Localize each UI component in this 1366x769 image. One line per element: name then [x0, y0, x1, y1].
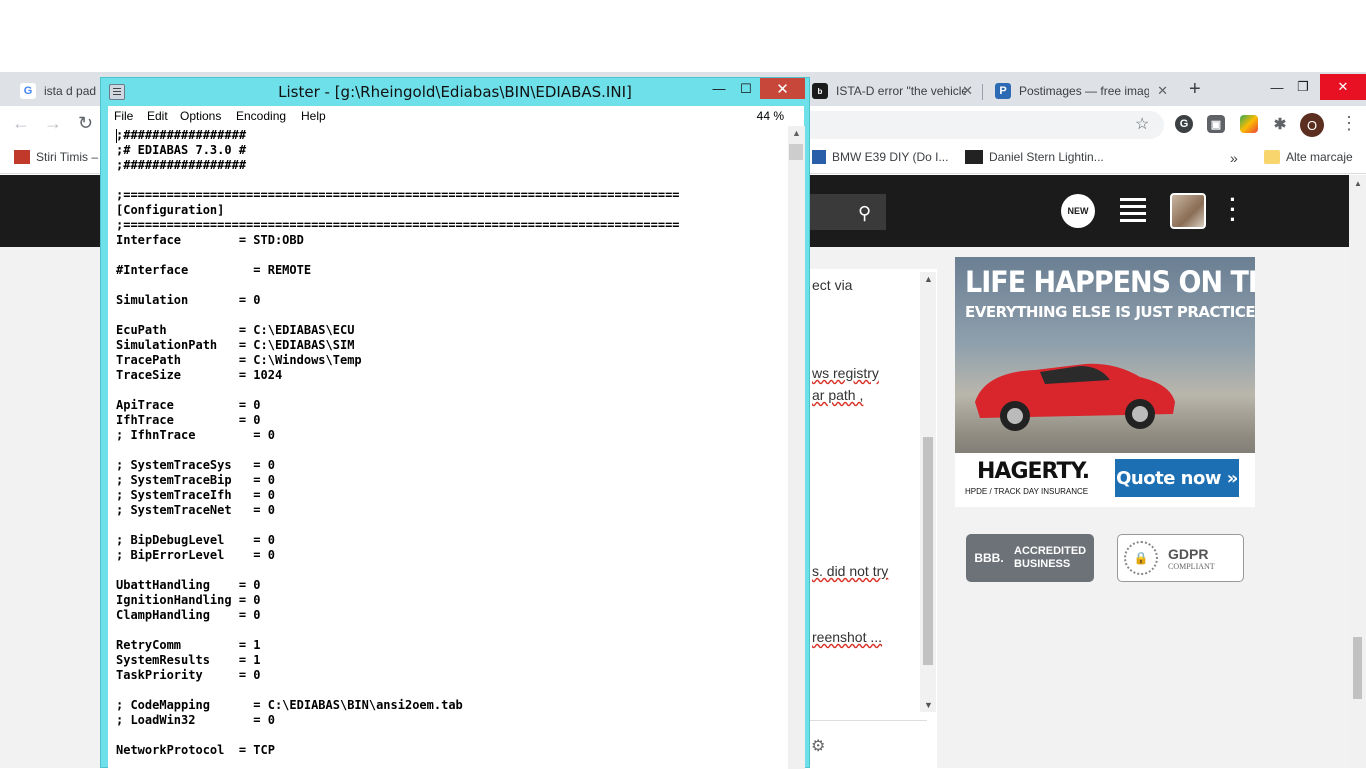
close-tab-icon[interactable]: ✕ [1157, 83, 1168, 99]
bbb-logo: BBB. [974, 551, 1004, 565]
post-text: ect via [812, 277, 853, 293]
extension-icon[interactable] [1240, 115, 1258, 133]
lister-title-bar[interactable]: Lister - [g:\Rheingold\Ediabas\BIN\EDIAB… [101, 78, 809, 105]
menu-help[interactable]: Help [301, 109, 326, 123]
menu-file[interactable]: File [114, 109, 133, 123]
tab-postimages[interactable]: P Postimages — free imag ✕ [995, 76, 1170, 106]
gear-icon[interactable]: ⚙ [811, 736, 825, 756]
gdpr-text: GDPR COMPLIANT [1168, 546, 1215, 571]
bbb-text-line: ACCREDITED [1014, 545, 1087, 557]
extension-icon[interactable]: G [1175, 115, 1193, 133]
menu-encoding[interactable]: Encoding [236, 109, 286, 123]
postimages-icon: P [995, 83, 1011, 99]
lister-close-button[interactable]: ✕ [760, 78, 805, 99]
gdpr-title: GDPR [1168, 545, 1209, 562]
avatar[interactable] [1170, 193, 1206, 229]
post-text: reenshot ... [812, 629, 883, 645]
more-bookmarks-button[interactable]: » [1230, 150, 1238, 166]
divider [810, 720, 927, 721]
bbb-text: ACCREDITED BUSINESS [1014, 545, 1086, 571]
bookmark-label: Alte marcaje [1286, 150, 1353, 164]
tab-label: ISTA-D error "the vehicle [836, 84, 966, 98]
scroll-down-icon[interactable]: ▼ [924, 700, 933, 710]
lister-minimize-button[interactable]: — [706, 78, 732, 99]
ad-brand: HAGERTY. [977, 459, 1090, 484]
folder-icon [1264, 150, 1280, 164]
daniel-stern-icon [965, 150, 983, 164]
bmw-icon [812, 150, 826, 164]
tab-label: Postimages — free imag [1019, 84, 1149, 98]
forward-arrow-icon[interactable]: → [44, 113, 62, 134]
list-icon[interactable] [1120, 198, 1146, 222]
search-icon[interactable]: ⚲ [858, 203, 871, 224]
post-text: ws registry [812, 365, 879, 381]
menu-edit[interactable]: Edit [147, 109, 168, 123]
bbb-badge[interactable]: BBB. ACCREDITED BUSINESS [966, 534, 1094, 582]
lister-window: Lister - [g:\Rheingold\Ediabas\BIN\EDIAB… [100, 77, 810, 769]
close-tab-icon[interactable]: ✕ [962, 83, 973, 99]
address-bar[interactable] [810, 111, 1164, 139]
post-scrollbar[interactable]: ▲ ▼ [920, 272, 936, 712]
gdpr-badge[interactable]: 🔒 GDPR COMPLIANT [1117, 534, 1244, 582]
page-scrollbar[interactable]: ▲ [1349, 175, 1366, 768]
scroll-thumb[interactable] [923, 437, 933, 665]
bimmerpost-icon: b [812, 83, 828, 99]
bookmark-item[interactable]: Daniel Stern Lightin... [965, 150, 1104, 164]
ad-brand-sub: HPDE / TRACK DAY INSURANCE [965, 487, 1089, 496]
scroll-thumb[interactable] [1353, 637, 1362, 699]
ad-subline: EVERYTHING ELSE IS JUST PRACTICE. [965, 303, 1255, 321]
post-content [810, 269, 937, 768]
scroll-up-icon[interactable]: ▲ [792, 128, 801, 138]
lister-text-area[interactable]: ;################# ;# EDIABAS 7.3.0 # ;#… [108, 126, 805, 769]
file-content: ;################# ;# EDIABAS 7.3.0 # ;#… [116, 128, 680, 757]
bookmark-label: BMW E39 DIY (Do I... [832, 150, 949, 164]
desktop-top-area [0, 0, 1366, 72]
gdpr-subtitle: COMPLIANT [1168, 561, 1215, 571]
ad-headline: LIFE HAPPENS ON TRACK DAY. [965, 265, 1255, 300]
bookmark-item[interactable]: BMW E39 DIY (Do I... [812, 150, 948, 164]
bookmark-label: Daniel Stern Lightin... [989, 150, 1104, 164]
bookmark-item[interactable]: Stiri Timis – [14, 150, 98, 164]
tab-separator [982, 84, 983, 100]
post-text: ar path , [812, 387, 864, 403]
scroll-thumb[interactable] [789, 144, 803, 160]
bookmark-label: Stiri Timis – [36, 150, 99, 164]
chrome-menu-icon[interactable]: ⋮ [1340, 113, 1358, 134]
back-arrow-icon[interactable]: ← [12, 113, 30, 134]
profile-avatar[interactable]: O [1300, 113, 1324, 137]
lister-menu-bar: File Edit Options Encoding Help 44 % [108, 106, 804, 126]
new-posts-icon[interactable]: NEW [1061, 194, 1095, 228]
scroll-up-icon[interactable]: ▲ [924, 274, 933, 284]
ad-footer: HAGERTY. HPDE / TRACK DAY INSURANCE Quot… [955, 453, 1255, 507]
lister-maximize-button[interactable]: ☐ [733, 78, 759, 99]
post-text: s. did not try [812, 563, 889, 579]
tab-ista-search[interactable]: G ista d pad [20, 76, 100, 106]
extension-icon[interactable]: ▣ [1207, 115, 1225, 133]
advertisement[interactable]: LIFE HAPPENS ON TRACK DAY. EVERYTHING EL… [955, 257, 1255, 507]
site-search-field[interactable] [810, 194, 886, 230]
star-icon[interactable]: ☆ [1135, 114, 1149, 134]
reload-icon[interactable]: ↻ [78, 113, 93, 134]
car-image [975, 363, 1175, 431]
stiri-timis-icon [14, 150, 30, 164]
lock-icon: 🔒 [1124, 541, 1158, 575]
new-tab-button[interactable]: + [1189, 78, 1201, 101]
tab-label: ista d pad [44, 84, 97, 98]
google-icon: G [20, 83, 36, 99]
quote-now-button[interactable]: Quote now » [1115, 459, 1239, 497]
lister-scrollbar[interactable]: ▲ [788, 126, 805, 769]
bbb-text-line: BUSINESS [1014, 558, 1071, 570]
bookmark-folder[interactable]: Alte marcaje [1264, 150, 1353, 164]
zoom-level: 44 % [756, 109, 784, 123]
site-menu-icon[interactable]: · · · [1226, 189, 1240, 231]
puzzle-icon[interactable]: ✱ [1271, 115, 1289, 133]
tab-ista-error[interactable]: b ISTA-D error "the vehicle ✕ [800, 76, 975, 106]
menu-options[interactable]: Options [180, 109, 221, 123]
lister-title: Lister - [g:\Rheingold\Ediabas\BIN\EDIAB… [278, 83, 632, 101]
browser-close-button[interactable]: ✕ [1320, 74, 1366, 100]
scroll-up-icon[interactable]: ▲ [1354, 179, 1362, 188]
